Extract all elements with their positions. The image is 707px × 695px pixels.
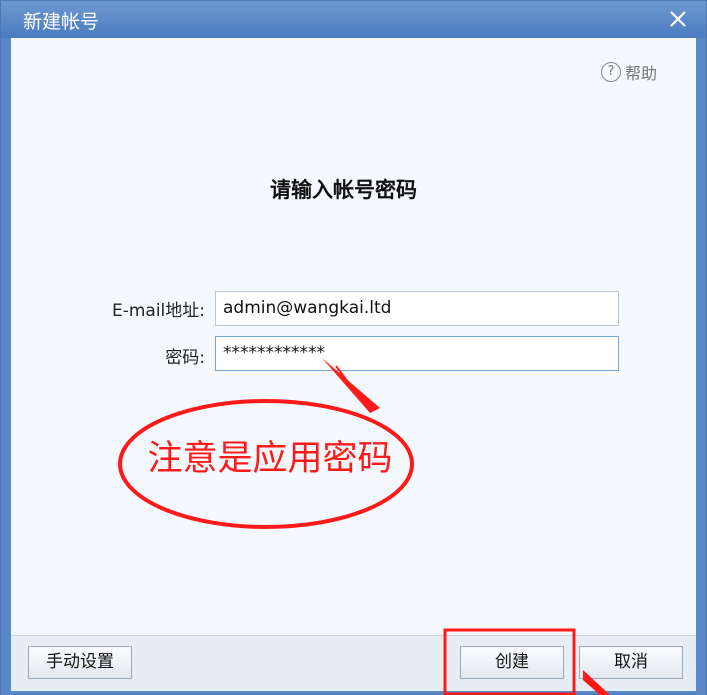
email-field[interactable]: admin@wangkai.ltd [215,291,619,326]
email-label: E-mail地址: [111,301,205,321]
new-account-dialog: 新建帐号 ? 帮助 请输入帐号密码 E-mail地址: admin@wangka… [0,0,707,695]
close-button[interactable] [664,5,692,33]
help-label: 帮助 [625,64,658,83]
close-icon [670,11,686,27]
window-frame-right [696,38,706,695]
title-bar[interactable]: 新建帐号 [1,1,706,38]
password-label: 密码: [165,348,205,368]
page-title: 请输入帐号密码 [270,178,417,202]
dialog-footer: 手动设置 创建 取消 [11,635,696,691]
help-icon: ? [601,62,621,82]
annotation-note: 注意是应用密码 [147,439,393,479]
password-field[interactable]: ************ [215,336,619,371]
window-frame-left [1,38,11,695]
window-title: 新建帐号 [23,11,100,33]
dialog-content: ? 帮助 请输入帐号密码 E-mail地址: admin@wangkai.ltd… [11,38,696,635]
create-button[interactable]: 创建 [460,646,564,679]
manual-setup-button[interactable]: 手动设置 [28,646,132,679]
help-link[interactable]: ? 帮助 [601,60,657,84]
cancel-button[interactable]: 取消 [579,646,683,679]
